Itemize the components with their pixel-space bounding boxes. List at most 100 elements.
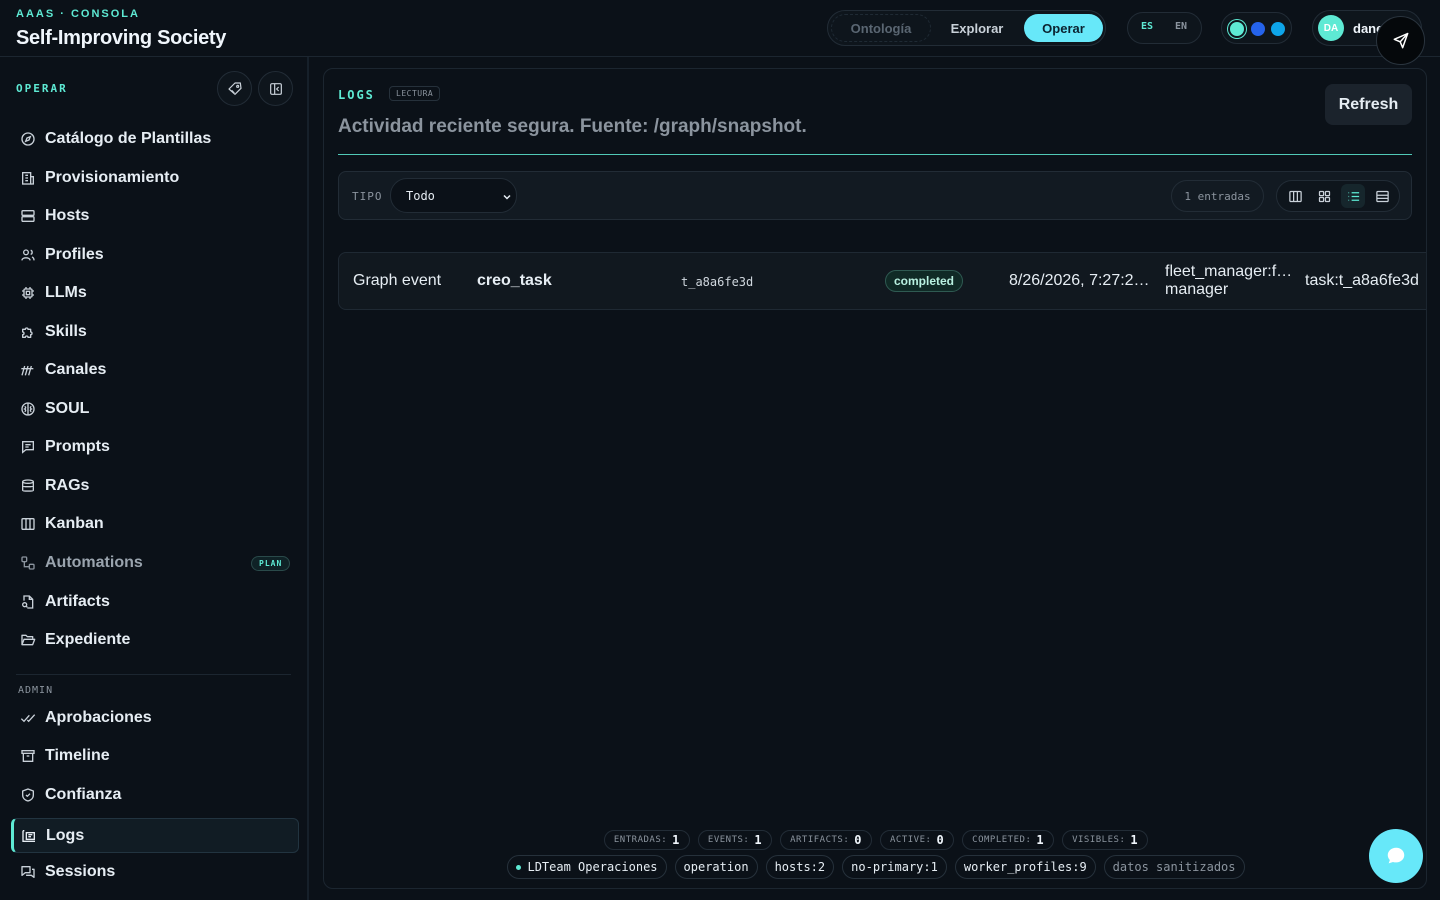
stat-value: 1 — [1130, 833, 1139, 847]
language-es-button[interactable]: ES — [1141, 21, 1153, 32]
theme-sky-swatch[interactable] — [1271, 22, 1285, 36]
compass-icon — [20, 131, 36, 147]
admin-heading: ADMIN — [18, 685, 54, 696]
stat-chip-active: ACTIVE: 0 — [880, 830, 955, 850]
stat-label: EVENTS: — [707, 835, 750, 845]
chat-launcher-button[interactable] — [1369, 829, 1423, 883]
sidebar: OPERAR Catálogo de Plantillas Provisiona… — [0, 57, 309, 900]
view-list-button[interactable] — [1341, 184, 1365, 208]
sidebar-item-timeline[interactable]: Timeline — [11, 738, 299, 774]
sidebar-item-prompts[interactable]: Prompts — [11, 429, 299, 465]
log-event-name: creo_task — [477, 272, 552, 289]
stat-chip-visibles: VISIBLES: 1 — [1062, 830, 1149, 850]
tag-label: LDTeam Operaciones — [527, 860, 658, 874]
sidebar-item-artifacts[interactable]: Artifacts — [11, 584, 299, 620]
stat-value: 0 — [854, 833, 862, 847]
filter-toolbar: TIPO Todo 1 entradas — [338, 171, 1412, 220]
sidebar-item-label: Prompts — [45, 438, 110, 455]
tag-icon — [227, 81, 243, 97]
sidebar-item-llms[interactable]: LLMs — [11, 275, 299, 311]
message-square-icon — [20, 439, 36, 455]
type-filter-value: Todo — [406, 189, 435, 203]
mode-explorar-button[interactable]: Explorar — [935, 14, 1019, 42]
sidebar-item-label: RAGs — [45, 477, 90, 494]
sidebar-item-label: Automations — [45, 554, 143, 571]
chevron-down-icon — [501, 190, 513, 208]
type-filter-select[interactable]: Todo — [390, 178, 517, 213]
tag-chip-hosts: hosts:2 — [765, 855, 835, 879]
log-actor-role: manager — [1165, 281, 1229, 298]
sidebar-item-label: Profiles — [45, 246, 104, 263]
sidebar-item-sessions[interactable]: Sessions — [11, 854, 299, 890]
columns-icon — [1288, 189, 1303, 204]
stat-label: ENTRADAS: — [613, 835, 668, 845]
entries-count: 1 entradas — [1171, 180, 1264, 212]
sidebar-item-hosts[interactable]: Hosts — [11, 198, 299, 234]
sidebar-item-skills[interactable]: Skills — [11, 314, 299, 350]
brand-kicker: AAAS · CONSOLA — [16, 8, 140, 20]
sidebar-item-soul[interactable]: SOUL — [11, 391, 299, 427]
navigation-arrow-icon — [1391, 31, 1411, 51]
shield-check-icon — [20, 787, 36, 803]
mode-operar-button[interactable]: Operar — [1024, 14, 1103, 42]
log-event-id: t_a8a6fe3d — [681, 275, 754, 289]
status-badge: completed — [885, 270, 964, 292]
log-entry-row[interactable]: Graph event creo_task t_a8a6fe3d complet… — [338, 252, 1426, 310]
chip-icon — [20, 285, 36, 301]
stats-summary: ENTRADAS: 1 EVENTS: 1 ARTIFACTS: 0 ACTIVE: 0… — [324, 830, 1426, 850]
workflow-icon — [20, 555, 36, 571]
app-title: Self-Improving Society — [16, 27, 227, 49]
language-en-button[interactable]: EN — [1175, 21, 1187, 32]
tags-button[interactable] — [217, 71, 252, 106]
sidebar-item-label: Timeline — [45, 747, 110, 764]
sidebar-item-kanban[interactable]: Kanban — [11, 506, 299, 542]
stat-value: 1 — [754, 833, 763, 847]
refresh-button[interactable]: Refresh — [1325, 84, 1412, 125]
archive-icon — [20, 748, 36, 764]
tag-chip-sanitized: datos sanitizados — [1103, 855, 1245, 879]
floating-navigation-button[interactable] — [1376, 16, 1425, 65]
stat-label: ARTIFACTS: — [790, 835, 850, 845]
sidebar-item-canales[interactable]: Canales — [11, 352, 299, 388]
collapse-sidebar-button[interactable] — [258, 71, 293, 106]
sidebar-item-label: SOUL — [45, 400, 90, 417]
brain-icon — [20, 401, 36, 417]
sidebar-item-label: LLMs — [45, 284, 87, 301]
theme-blue-swatch[interactable] — [1251, 22, 1265, 36]
mode-switcher: Ontología Explorar Operar — [827, 10, 1106, 46]
sidebar-item-label: Hosts — [45, 207, 90, 224]
chat-bubbles-icon — [20, 864, 36, 880]
sidebar-item-aprobaciones[interactable]: Aprobaciones — [11, 700, 299, 736]
sidebar-item-label: Artifacts — [45, 593, 110, 610]
folder-open-icon — [20, 632, 36, 648]
sidebar-item-rags[interactable]: RAGs — [11, 468, 299, 504]
log-type: Graph event — [353, 272, 442, 289]
top-header: AAAS · CONSOLA Self-Improving Society On… — [0, 0, 1440, 57]
view-table-button[interactable] — [1370, 184, 1394, 208]
server-icon — [20, 208, 36, 224]
sidebar-item-label: Catálogo de Plantillas — [45, 130, 212, 147]
stat-chip-completed: COMPLETED: 1 — [962, 830, 1055, 850]
stat-chip-artifacts: ARTIFACTS: 0 — [780, 830, 872, 850]
file-search-icon — [20, 594, 36, 610]
log-timestamp: 8/26/2026, 7:27:2… — [1009, 272, 1150, 289]
sidebar-item-automations[interactable]: Automations PLAN — [11, 545, 299, 581]
sidebar-item-expediente[interactable]: Expediente — [11, 622, 299, 658]
sidebar-item-logs[interactable]: Logs — [11, 818, 299, 853]
sidebar-item-label: Skills — [45, 323, 87, 340]
stat-label: VISIBLES: — [1072, 835, 1126, 845]
type-filter-label: TIPO — [352, 190, 383, 203]
sidebar-item-profiles[interactable]: Profiles — [11, 237, 299, 273]
theme-teal-swatch[interactable] — [1230, 22, 1244, 36]
sidebar-item-catalogo[interactable]: Catálogo de Plantillas — [11, 121, 299, 157]
view-columns-button[interactable] — [1283, 184, 1307, 208]
avatar: DA — [1318, 15, 1344, 41]
puzzle-icon — [20, 324, 36, 340]
tag-chip-mode: operation — [674, 855, 758, 879]
building-icon — [20, 170, 36, 186]
mode-ontologia-button[interactable]: Ontología — [831, 14, 931, 42]
view-grid-button[interactable] — [1312, 184, 1336, 208]
sidebar-item-confianza[interactable]: Confianza — [11, 777, 299, 813]
sidebar-item-provisionamiento[interactable]: Provisionamiento — [11, 160, 299, 196]
antenna-icon — [20, 362, 36, 378]
